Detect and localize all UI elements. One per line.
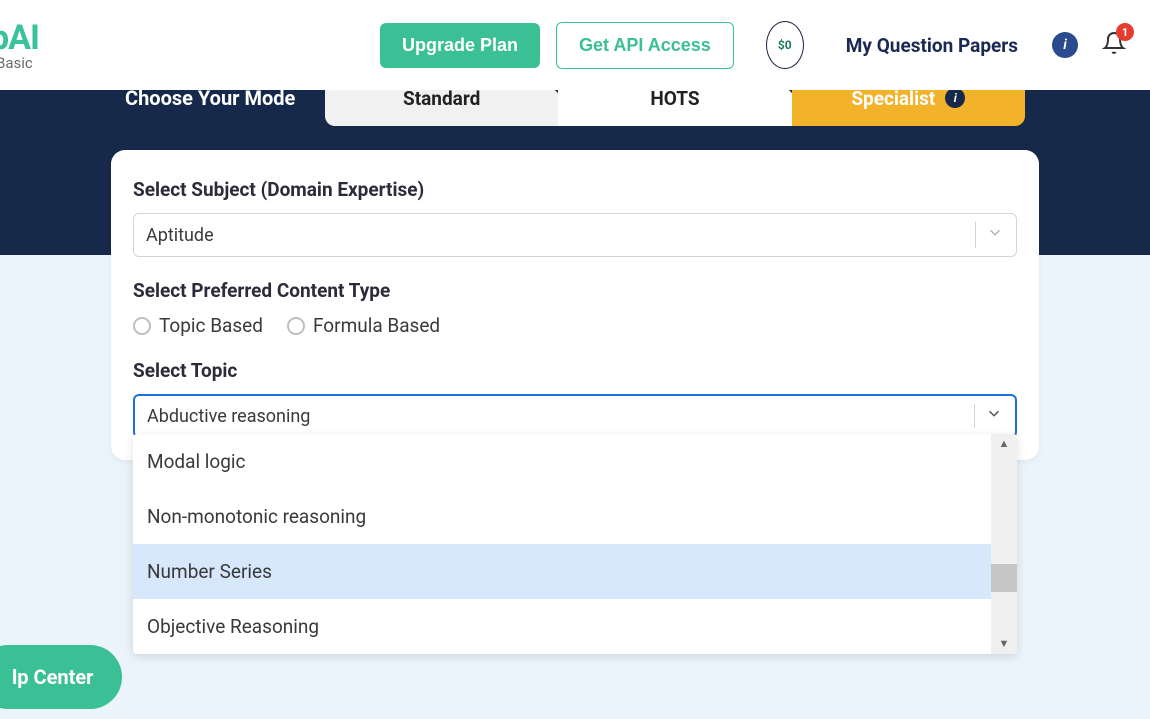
radio-label: Formula Based <box>313 314 440 337</box>
radio-icon <box>287 317 305 335</box>
credit-amount: $0 <box>778 38 792 52</box>
topic-select[interactable]: Abductive reasoning <box>133 394 1017 438</box>
my-question-papers-link[interactable]: My Question Papers <box>846 34 1018 57</box>
logo: pAI Basic <box>0 18 39 72</box>
topic-value: Abductive reasoning <box>147 406 310 427</box>
credit-balance[interactable]: $0 <box>766 21 804 69</box>
question-form-card: Select Subject (Domain Expertise) Aptitu… <box>111 150 1039 460</box>
radio-formula-based[interactable]: Formula Based <box>287 314 440 337</box>
help-center-button[interactable]: lp Center <box>0 645 122 709</box>
notification-count-badge: 1 <box>1116 23 1134 41</box>
topic-option[interactable]: Non-monotonic reasoning <box>133 489 991 544</box>
logo-plan-badge: Basic <box>0 54 33 72</box>
topic-option[interactable]: Modal logic <box>133 434 991 489</box>
chevron-down-icon <box>985 405 1003 428</box>
app-header: pAI Basic Upgrade Plan Get API Access $0… <box>0 0 1150 90</box>
select-divider <box>975 222 976 248</box>
subject-select[interactable]: Aptitude <box>133 213 1017 257</box>
subject-label: Select Subject (Domain Expertise) <box>133 178 1017 201</box>
topic-option[interactable]: Number Series <box>133 544 991 599</box>
scroll-up-icon: ▲ <box>999 434 1010 454</box>
radio-label: Topic Based <box>159 314 263 337</box>
subject-value: Aptitude <box>146 225 214 246</box>
select-divider <box>974 404 975 428</box>
help-center-label: lp Center <box>12 665 94 689</box>
topic-dropdown: Modal logic Non-monotonic reasoning Numb… <box>133 434 1017 654</box>
content-type-label: Select Preferred Content Type <box>133 279 1017 302</box>
scroll-down-icon: ▼ <box>999 634 1010 654</box>
topic-dropdown-list: Modal logic Non-monotonic reasoning Numb… <box>133 434 991 654</box>
info-icon[interactable]: i <box>1052 32 1078 58</box>
scroll-thumb[interactable] <box>991 564 1017 592</box>
get-api-access-button[interactable]: Get API Access <box>556 22 734 69</box>
info-icon: i <box>945 88 965 108</box>
radio-topic-based[interactable]: Topic Based <box>133 314 263 337</box>
dropdown-scrollbar[interactable]: ▲ ▼ <box>991 434 1017 654</box>
radio-icon <box>133 317 151 335</box>
upgrade-plan-button[interactable]: Upgrade Plan <box>380 23 540 68</box>
notifications-button[interactable]: 1 <box>1102 31 1126 59</box>
logo-text: pAI <box>0 18 39 58</box>
topic-option[interactable]: Objective Reasoning <box>133 599 991 654</box>
chevron-down-icon <box>986 224 1004 247</box>
topic-label: Select Topic <box>133 359 1017 382</box>
content-type-radios: Topic Based Formula Based <box>133 314 1017 337</box>
